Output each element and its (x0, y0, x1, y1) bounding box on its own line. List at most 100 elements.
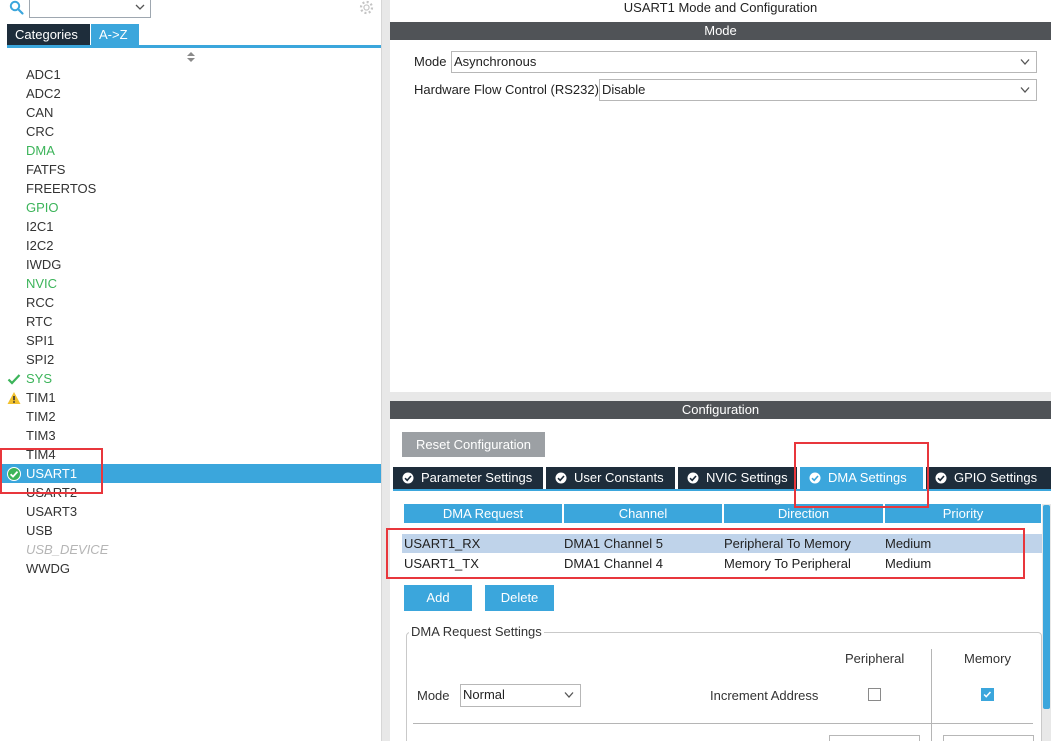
table-row[interactable]: USART1_TX DMA1 Channel 4 Memory To Perip… (402, 554, 1042, 573)
sidebar-item-label: TIM1 (26, 390, 56, 405)
tab-label: DMA Settings (828, 470, 907, 485)
sidebar-item-dma[interactable]: DMA (0, 141, 381, 160)
increment-address-label: Increment Address (710, 688, 819, 703)
sidebar-item-rtc[interactable]: RTC (0, 312, 381, 331)
sidebar-item-adc2[interactable]: ADC2 (0, 84, 381, 103)
sidebar-item-usart1[interactable]: USART1 (0, 464, 381, 483)
cell-direction: Memory To Peripheral (724, 556, 851, 571)
tab-underline (393, 489, 1051, 491)
sidebar-item-spi1[interactable]: SPI1 (0, 331, 381, 350)
tab-parameter-settings[interactable]: Parameter Settings (393, 467, 543, 489)
warning-icon (7, 392, 21, 404)
tab-gpio-settings[interactable]: GPIO Settings (926, 467, 1051, 489)
column-header-channel[interactable]: Channel (564, 504, 722, 523)
sidebar-item-tim3[interactable]: TIM3 (0, 426, 381, 445)
search-input[interactable] (29, 0, 151, 18)
tab-user-constants[interactable]: User Constants (546, 467, 675, 489)
table-row[interactable]: USART1_RX DMA1 Channel 5 Peripheral To M… (402, 534, 1042, 553)
add-button[interactable]: Add (404, 585, 472, 611)
sidebar-item-tim4[interactable]: TIM4 (0, 445, 381, 464)
cell-request: USART1_TX (404, 556, 479, 571)
mode-select-value: Asynchronous (454, 54, 537, 69)
sidebar-item-rcc[interactable]: RCC (0, 293, 381, 312)
cell-direction: Peripheral To Memory (724, 536, 851, 551)
scrollbar-thumb[interactable] (1043, 505, 1050, 709)
sidebar-item-tim2[interactable]: TIM2 (0, 407, 381, 426)
tab-label: User Constants (574, 470, 664, 485)
sidebar-item-usb-device[interactable]: USB_DEVICE (0, 540, 381, 559)
sidebar-item-wwdg[interactable]: WWDG (0, 559, 381, 578)
sort-icon[interactable] (186, 51, 196, 63)
sidebar-item-label: TIM2 (26, 409, 56, 424)
sidebar-item-label: NVIC (26, 276, 58, 291)
tab-label: GPIO Settings (954, 470, 1038, 485)
sidebar-item-i2c1[interactable]: I2C1 (0, 217, 381, 236)
chevron-down-icon (1020, 87, 1030, 93)
section-divider (390, 392, 1051, 401)
partial-field (943, 735, 1034, 741)
peripheral-panel: Categories A->Z ADC1 ADC2 CAN CRC DMA FATFS FR… (0, 0, 381, 741)
search-row (0, 0, 381, 20)
tab-dma-settings[interactable]: DMA Settings (800, 467, 923, 489)
sidebar-item-usart3[interactable]: USART3 (0, 502, 381, 521)
check-circle-icon (935, 472, 947, 484)
sidebar-item-tim1[interactable]: TIM1 (0, 388, 381, 407)
dma-request-settings-group: Peripheral Memory Mode Normal Increment … (406, 632, 1042, 741)
search-icon[interactable] (9, 0, 25, 16)
dma-mode-select[interactable]: Normal (460, 684, 581, 707)
reset-configuration-button[interactable]: Reset Configuration (402, 432, 545, 457)
column-header-dma-request[interactable]: DMA Request (404, 504, 562, 523)
sidebar-item-label: SYS (26, 371, 53, 386)
sidebar-item-i2c2[interactable]: I2C2 (0, 236, 381, 255)
gear-icon[interactable] (358, 0, 375, 16)
sidebar-item-gpio[interactable]: GPIO (0, 198, 381, 217)
column-header-priority[interactable]: Priority (885, 504, 1041, 523)
sidebar-item-label: RCC (26, 295, 55, 310)
mode-label: Mode (414, 54, 447, 69)
chevron-down-icon[interactable] (135, 2, 145, 12)
sidebar-item-label: I2C1 (26, 219, 54, 234)
sidebar-item-crc[interactable]: CRC (0, 122, 381, 141)
sidebar-item-label: DMA (26, 143, 55, 158)
sidebar-item-iwdg[interactable]: IWDG (0, 255, 381, 274)
sidebar-item-label: SPI1 (26, 333, 55, 348)
sidebar-item-label: FREERTOS (26, 181, 97, 196)
peripheral-column-label: Peripheral (845, 651, 905, 666)
row-divider (413, 723, 1033, 724)
tab-categories[interactable]: Categories (7, 24, 90, 45)
mode-select[interactable]: Asynchronous (451, 51, 1037, 73)
chevron-down-icon (1020, 59, 1030, 65)
sidebar-item-spi2[interactable]: SPI2 (0, 350, 381, 369)
sidebar-item-can[interactable]: CAN (0, 103, 381, 122)
sidebar-item-nvic[interactable]: NVIC (0, 274, 381, 293)
sidebar-item-usart2[interactable]: USART2 (0, 483, 381, 502)
partial-field (829, 735, 920, 741)
sidebar-item-sys[interactable]: SYS (0, 369, 381, 388)
sidebar-item-label: USB (26, 523, 53, 538)
sidebar-item-freertos[interactable]: FREERTOS (0, 179, 381, 198)
sidebar-item-usb[interactable]: USB (0, 521, 381, 540)
page-title: USART1 Mode and Configuration (623, 0, 818, 15)
sidebar-item-adc1[interactable]: ADC1 (0, 65, 381, 84)
sidebar-item-fatfs[interactable]: FATFS (0, 160, 381, 179)
sidebar-item-label: RTC (26, 314, 53, 329)
tab-a-to-z[interactable]: A->Z (91, 24, 139, 45)
check-circle-icon (402, 472, 414, 484)
column-divider (931, 649, 932, 741)
cell-priority: Medium (885, 536, 932, 551)
delete-button[interactable]: Delete (485, 585, 554, 611)
column-header-direction[interactable]: Direction (724, 504, 883, 523)
check-circle-icon (7, 467, 21, 481)
sidebar-item-label: CRC (26, 124, 55, 139)
tab-underline (7, 45, 381, 48)
increment-memory-checkbox[interactable] (981, 688, 994, 701)
memory-column-label: Memory (964, 651, 1011, 666)
panel-splitter[interactable] (381, 0, 390, 741)
sidebar-item-label: I2C2 (26, 238, 54, 253)
check-circle-icon (687, 472, 699, 484)
tab-nvic-settings[interactable]: NVIC Settings (678, 467, 797, 489)
sidebar-item-label: FATFS (26, 162, 66, 177)
hwflow-select[interactable]: Disable (599, 79, 1037, 101)
increment-peripheral-checkbox[interactable] (868, 688, 881, 701)
cell-priority: Medium (885, 556, 932, 571)
